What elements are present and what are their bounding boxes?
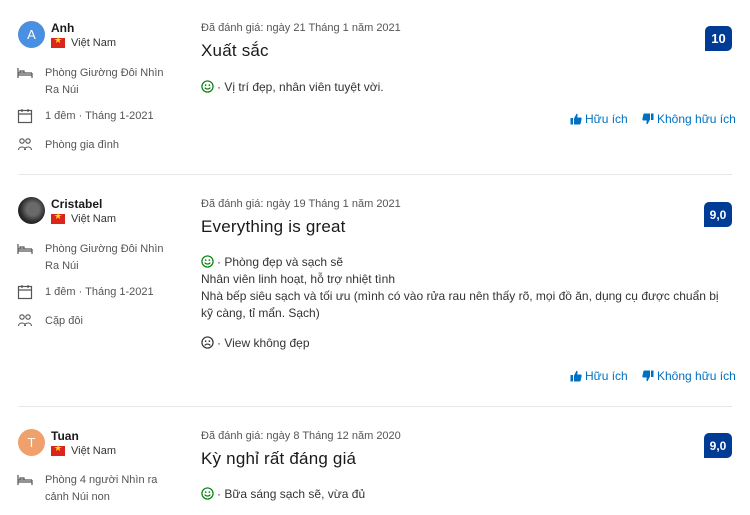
smile-icon (201, 80, 214, 93)
traveler-type: Cặp đôi (45, 315, 83, 327)
stay-info: 1 đêm · Tháng 1-2021 (45, 286, 154, 298)
review-title: Everything is great (201, 217, 346, 236)
review-title: Xuất sắc (201, 41, 269, 60)
room-type: Phòng 4 người Nhìn ra cảnh Núi non (45, 474, 158, 503)
review-score-badge: 9,0 (704, 202, 732, 227)
not-helpful-button[interactable]: Không hữu ích (642, 369, 736, 383)
frown-icon (201, 336, 214, 349)
review-title: Kỳ nghỉ rất đáng giá (201, 449, 357, 468)
thumbs-up-icon (570, 113, 582, 125)
room-type: Phòng Giường Đôi Nhìn Ra Núi (45, 243, 164, 272)
bed-icon (17, 244, 33, 254)
bed-icon (17, 68, 33, 78)
thumbs-down-icon (642, 113, 654, 125)
calendar-icon (17, 109, 33, 124)
stay-info: 1 đêm · Tháng 1-2021 (45, 110, 154, 122)
calendar-icon (17, 285, 33, 300)
vietnam-flag-icon (51, 211, 65, 224)
room-type: Phòng Giường Đôi Nhìn Ra Núi (45, 67, 164, 96)
reviewer-name: Anh (51, 21, 75, 35)
people-icon (17, 314, 33, 327)
positive-comment: · Bữa sáng sạch sẽ, vừa đủ (201, 486, 731, 503)
helpful-button[interactable]: Hữu ích (570, 112, 628, 126)
positive-comment-line: Nhân viên linh hoạt, hỗ trợ nhiệt tình (201, 272, 395, 286)
review-divider (18, 406, 732, 407)
smile-icon (201, 255, 214, 268)
review-date: Đã đánh giá: ngày 19 Tháng 1 năm 2021 (201, 198, 401, 210)
reviewer-country: Việt Nam (51, 443, 116, 457)
reviewer-name: Tuan (51, 429, 79, 443)
thumbs-up-icon (570, 370, 582, 382)
vietnam-flag-icon (51, 35, 65, 48)
not-helpful-button[interactable]: Không hữu ích (642, 112, 736, 126)
reviewer-country: Việt Nam (51, 211, 116, 225)
avatar: T (18, 429, 45, 456)
smile-icon (201, 487, 214, 500)
positive-comment: · Vị trí đẹp, nhân viên tuyệt vời. (201, 79, 731, 96)
people-icon (17, 138, 33, 151)
vietnam-flag-icon (51, 443, 65, 456)
review-score-badge: 10 (705, 26, 732, 51)
avatar: A (18, 21, 45, 48)
review-date: Đã đánh giá: ngày 8 Tháng 12 năm 2020 (201, 430, 401, 442)
reviewer-country: Việt Nam (51, 35, 116, 49)
negative-comment: · View không đẹp (201, 335, 731, 352)
avatar (18, 197, 45, 224)
helpful-button[interactable]: Hữu ích (570, 369, 628, 383)
positive-comment-line: Nhà bếp siêu sạch và tối ưu (mình có vào… (201, 289, 719, 320)
positive-comment: · Phòng đẹp và sạch sẽ (201, 254, 731, 271)
thumbs-down-icon (642, 370, 654, 382)
review-divider (18, 174, 732, 175)
traveler-type: Phòng gia đình (45, 139, 120, 151)
review-score-badge: 9,0 (704, 433, 732, 458)
review-date: Đã đánh giá: ngày 21 Tháng 1 năm 2021 (201, 22, 401, 34)
bed-icon (17, 475, 33, 485)
reviewer-name: Cristabel (51, 197, 103, 211)
